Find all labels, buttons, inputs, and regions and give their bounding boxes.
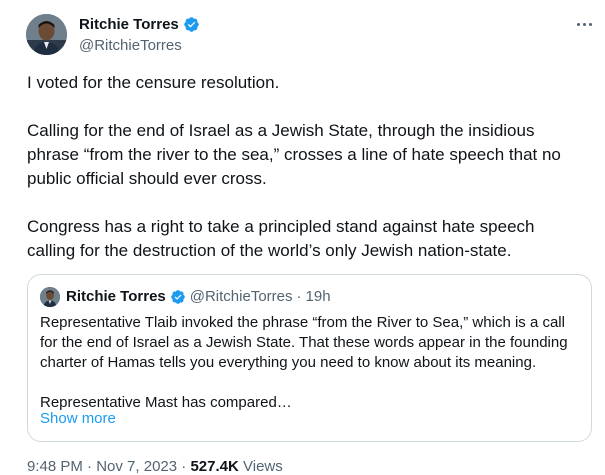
tweet-time[interactable]: 9:48 PM [27,458,83,475]
views-count: 527.4K [190,458,239,475]
tweet-text: I voted for the censure resolution. Call… [27,73,561,260]
quoted-avatar-image [40,287,60,307]
verified-badge-icon [170,289,185,304]
author-avatar-image [26,14,67,55]
quoted-header: Ritchie Torres @RitchieTorres · 19h [66,288,331,305]
quoted-tweet[interactable]: Ritchie Torres @RitchieTorres · 19h Repr… [27,274,592,442]
views-label: Views [243,458,283,475]
author-name-text: Ritchie Torres [79,16,179,33]
quoted-separator: · [296,288,302,305]
author-name[interactable]: Ritchie Torres [79,16,200,33]
footer-separator: · [181,458,187,475]
quoted-timestamp: 19h [305,288,331,305]
quoted-author-avatar[interactable] [40,287,60,307]
tweet-date[interactable]: Nov 7, 2023 [96,458,177,475]
tweet: Ritchie Torres @RitchieTorres I voted fo… [0,0,605,475]
quoted-author-handle: @RitchieTorres [189,288,293,305]
author-avatar[interactable] [26,14,67,55]
show-more-link[interactable]: Show more [40,410,116,427]
tweet-footer: 9:48 PM · Nov 7, 2023 · 527.4K Views [27,458,283,475]
footer-separator: · [87,458,93,475]
more-options-icon[interactable] [572,14,596,34]
author-handle[interactable]: @RitchieTorres [79,37,182,54]
quoted-text: Representative Tlaib invoked the phrase … [40,314,568,411]
quoted-author-name: Ritchie Torres [66,288,166,305]
verified-badge-icon [183,17,199,32]
